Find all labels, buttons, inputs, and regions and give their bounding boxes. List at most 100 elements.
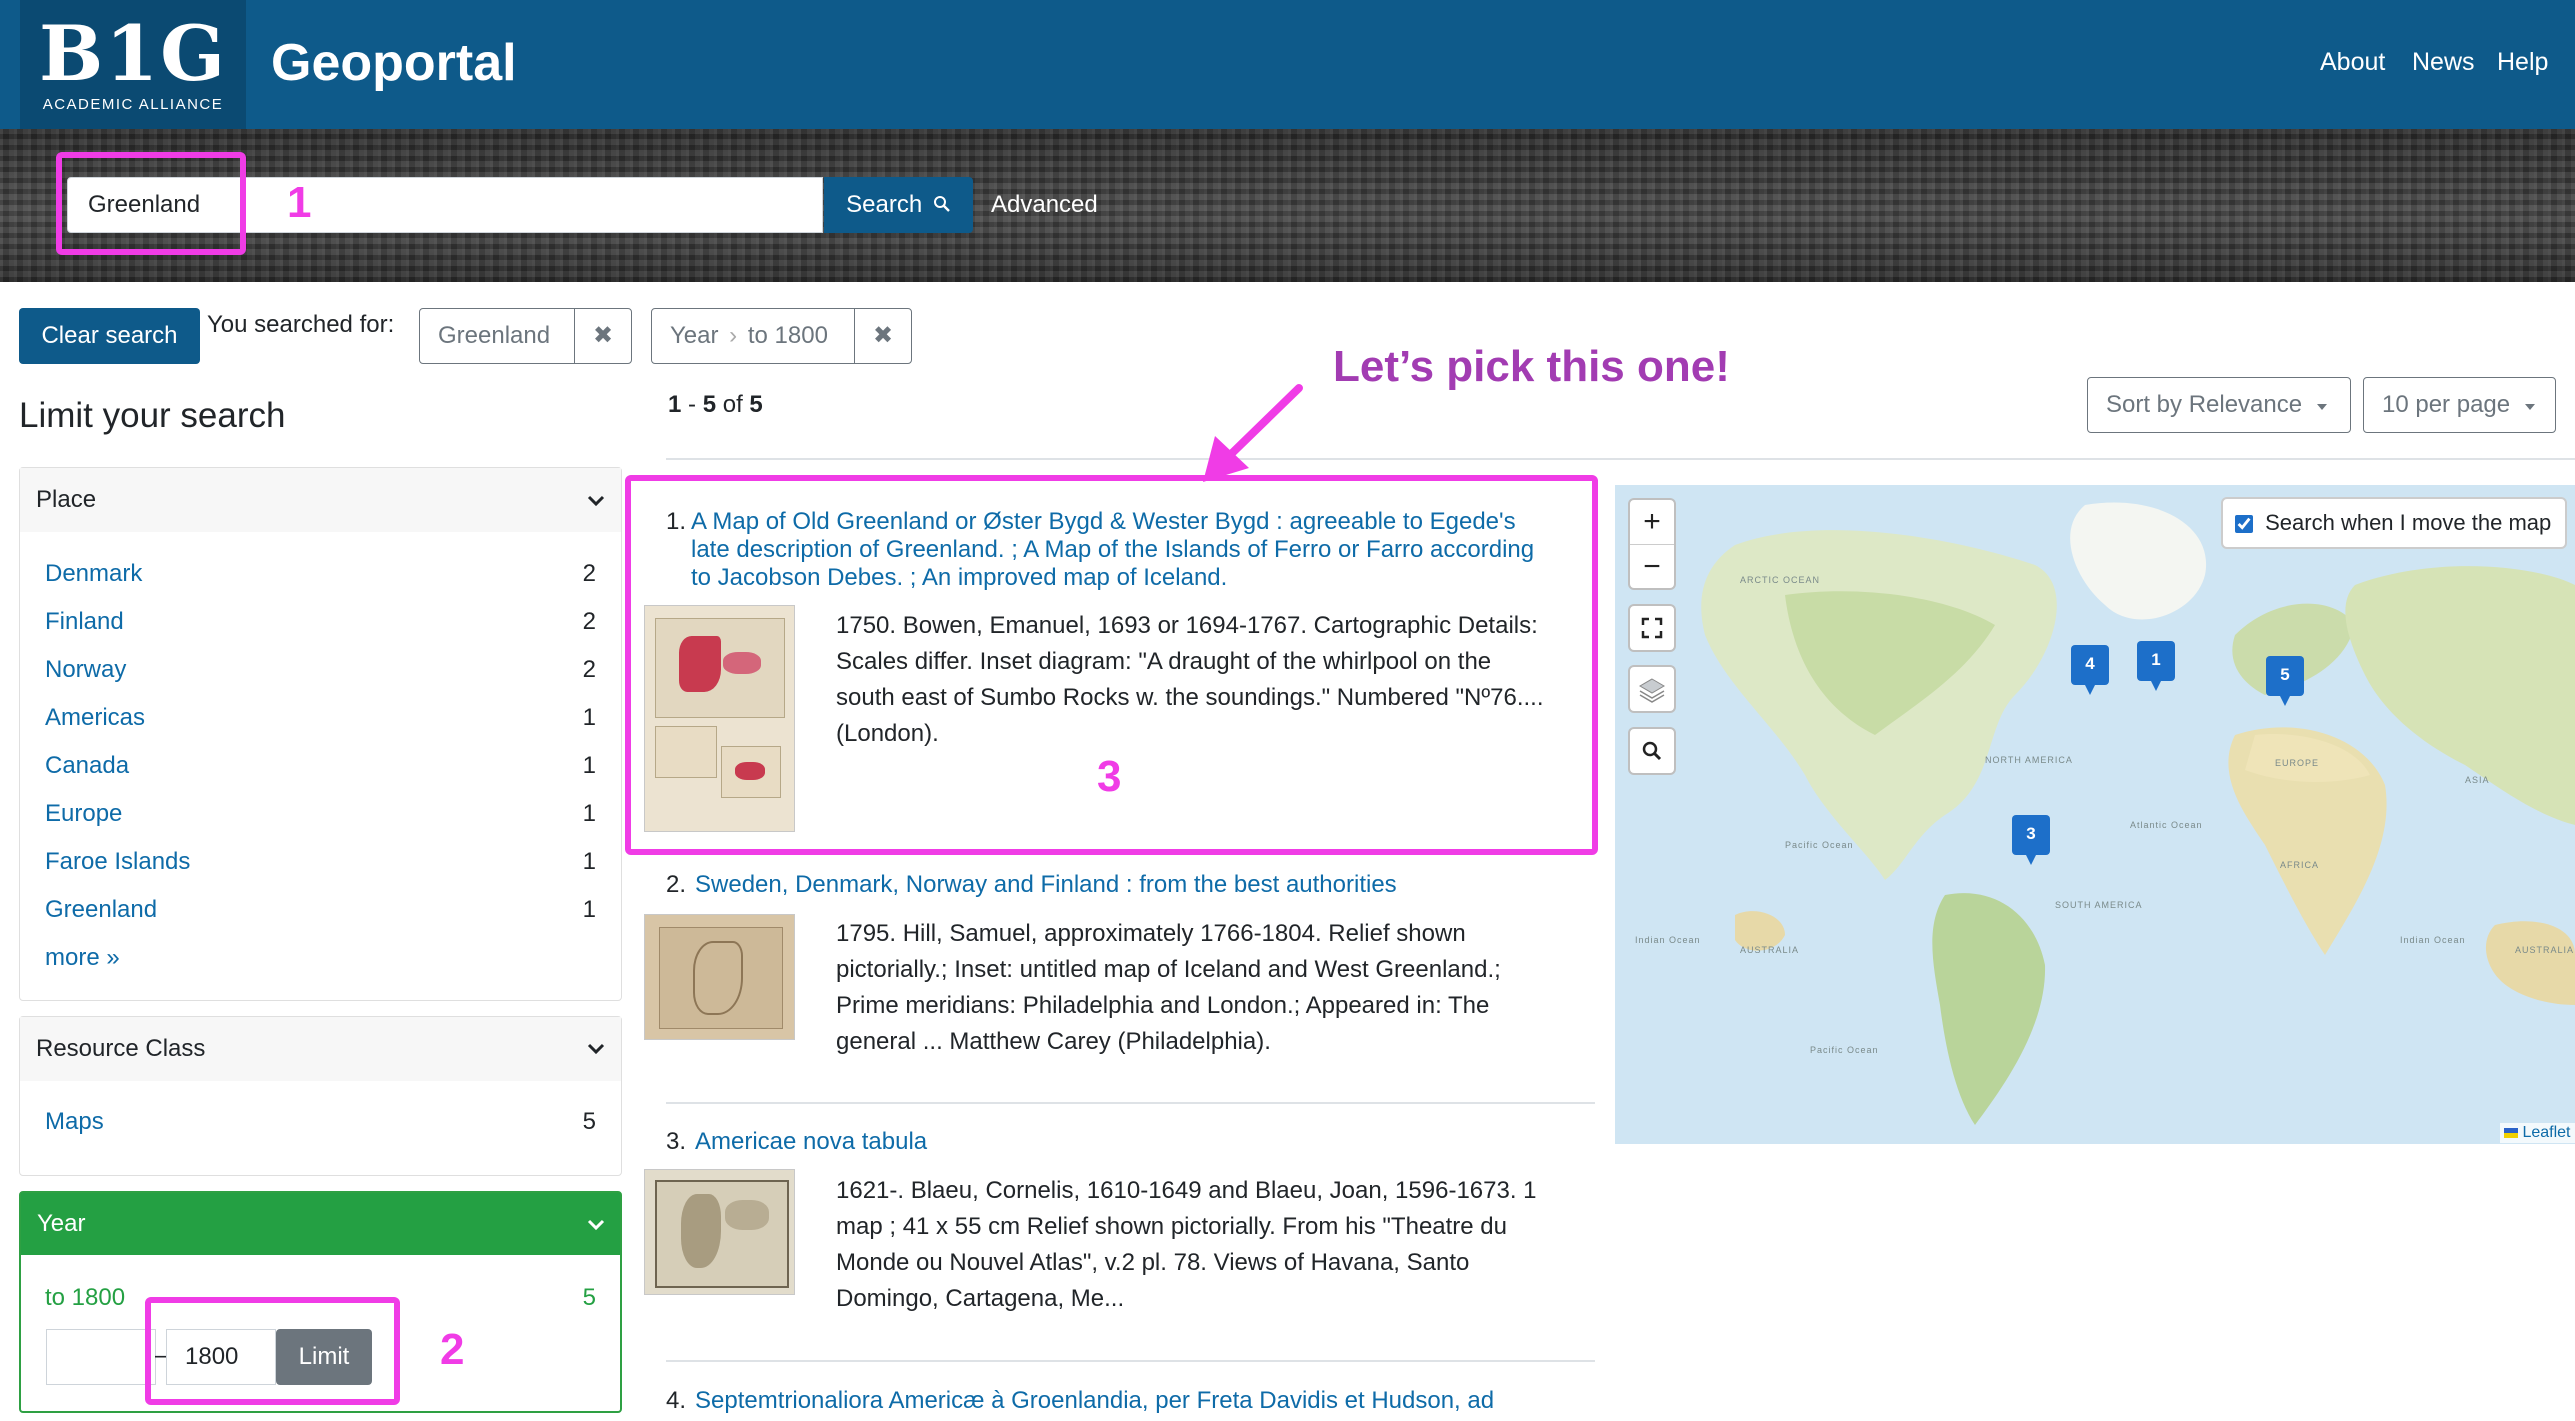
result-description-line: pictorially.; Inset: untitled map of Ice… — [836, 956, 1501, 983]
fullscreen-icon — [1641, 617, 1663, 639]
result-description-line: Prime meridians: Philadelphia and London… — [836, 992, 1490, 1019]
facet-count: 1 — [582, 848, 596, 875]
map-marker[interactable]: 4 — [2071, 645, 2109, 695]
close-icon: ✖ — [872, 322, 894, 349]
facet-year-header[interactable]: Year — [21, 1193, 620, 1255]
result-description-line: map ; 41 x 55 cm Relief shown pictoriall… — [836, 1213, 1508, 1240]
result-description-line: 1621-. Blaeu, Cornelis, 1610-1649 and Bl… — [836, 1177, 1537, 1204]
constraint-chip-query[interactable]: Greenland — [419, 308, 575, 364]
app-title[interactable]: Geoportal — [271, 28, 517, 98]
clear-search-button[interactable]: Clear search — [19, 308, 200, 364]
result-title-link[interactable]: Sweden, Denmark, Norway and Finland : fr… — [695, 871, 1595, 899]
facet-item-denmark[interactable]: Denmark — [45, 557, 142, 591]
map-label: ARCTIC OCEAN — [1740, 575, 1821, 585]
results-count: 1 - 5 of 5 — [668, 391, 763, 418]
total-count: 5 — [749, 391, 763, 418]
year-range-from-input[interactable] — [46, 1329, 156, 1385]
remove-constraint-button[interactable]: ✖ — [854, 308, 912, 364]
facet-item-americas[interactable]: Americas — [45, 701, 145, 735]
facet-item-greenland[interactable]: Greenland — [45, 893, 157, 927]
facet-count: 2 — [582, 656, 596, 683]
facet-count: 1 — [582, 752, 596, 779]
facet-item-finland[interactable]: Finland — [45, 605, 124, 639]
divider — [666, 458, 2575, 460]
facet-place-header[interactable]: Place — [20, 468, 621, 532]
nav-news[interactable]: News — [2412, 46, 2475, 78]
per-page-dropdown[interactable]: 10 per page — [2363, 377, 2556, 433]
map-label: Pacific Ocean — [1785, 840, 1854, 850]
divider — [666, 1360, 1595, 1362]
facet-item-maps[interactable]: Maps — [45, 1105, 104, 1139]
remove-constraint-button[interactable]: ✖ — [574, 308, 632, 364]
chevron-down-icon — [587, 495, 605, 507]
result-number: 3. — [666, 1128, 687, 1155]
zoom-out-button[interactable]: − — [1630, 545, 1674, 589]
advanced-search-link[interactable]: Advanced — [991, 188, 1098, 222]
map-label: Pacific Ocean — [1810, 1045, 1879, 1055]
facet-item-selected[interactable]: to 1800 — [45, 1281, 125, 1315]
sort-dropdown[interactable]: Sort by Relevance — [2087, 377, 2351, 433]
range-end: 5 — [702, 391, 717, 418]
map-label: Indian Ocean — [2400, 935, 2466, 945]
attribution-link[interactable]: Leaflet — [2522, 1124, 2570, 1141]
result-title-link[interactable]: Americae nova tabula — [695, 1128, 1595, 1156]
result-description-line: Monde ou Nouvel Atlas", v.2 pl. 78. View… — [836, 1249, 1470, 1276]
map-label: Indian Ocean — [1635, 935, 1701, 945]
search-when-move-label: Search when I move the map — [2265, 510, 2552, 535]
result-thumbnail[interactable] — [644, 914, 795, 1040]
search-button[interactable]: Search — [824, 177, 973, 233]
map-marker[interactable]: 3 — [2012, 815, 2050, 865]
result-thumbnail[interactable] — [644, 1169, 795, 1295]
constraint-chip-field: Year — [670, 322, 719, 349]
facet-item-canada[interactable]: Canada — [45, 749, 129, 783]
nav-help[interactable]: Help — [2497, 46, 2548, 78]
facet-count: 2 — [582, 560, 596, 587]
result-description: 1621-. Blaeu, Cornelis, 1610-1649 and Bl… — [836, 1173, 1591, 1317]
per-page-label: 10 per page — [2382, 391, 2511, 418]
map-marker[interactable]: 5 — [2266, 656, 2304, 706]
sort-label: Sort by Relevance — [2106, 391, 2303, 418]
chevron-right-icon: › — [729, 322, 738, 349]
constraint-chip-year[interactable]: Year › to 1800 — [651, 308, 855, 364]
result-title-link[interactable]: Septemtrionaliora Americæ à Groenlandia,… — [695, 1387, 1595, 1415]
divider — [666, 1102, 1595, 1104]
searched-for-label: You searched for: — [207, 311, 395, 338]
map-label: SOUTH AMERICA — [2055, 900, 2143, 910]
facet-count: 1 — [582, 800, 596, 827]
annotation-number-1: 1 — [287, 178, 312, 227]
caret-down-icon — [2316, 404, 2327, 410]
fullscreen-button[interactable] — [1628, 604, 1676, 652]
chevron-down-icon — [587, 1043, 605, 1055]
facet-count: 5 — [582, 1284, 596, 1311]
map-marker[interactable]: 1 — [2137, 641, 2175, 691]
map-search-button[interactable] — [1628, 727, 1676, 775]
nav-about[interactable]: About — [2320, 46, 2385, 78]
map-label: ASIA — [2465, 775, 2490, 785]
result-description-line: 1795. Hill, Samuel, approximately 1766-1… — [836, 920, 1466, 947]
facet-title: Year — [37, 1210, 86, 1237]
zoom-in-button[interactable]: + — [1630, 500, 1674, 545]
result-description-line: Domingo, Cartagena, Me... — [836, 1285, 1125, 1312]
map[interactable]: ARCTIC OCEAN NORTH AMERICA EUROPE ASIA A… — [1615, 485, 2575, 1144]
range-start: 1 — [668, 391, 682, 418]
annotation-number-3: 3 — [1097, 752, 1122, 801]
result-number: 2. — [666, 871, 687, 898]
facet-item-europe[interactable]: Europe — [45, 797, 122, 831]
leaflet-attribution[interactable]: Leaflet — [2500, 1123, 2575, 1143]
facet-item-norway[interactable]: Norway — [45, 653, 126, 687]
search-when-move-checkbox[interactable] — [2235, 515, 2253, 533]
map-label: NORTH AMERICA — [1985, 755, 2073, 765]
layers-button[interactable] — [1628, 665, 1676, 713]
facet-count: 2 — [582, 608, 596, 635]
logo-wordmark[interactable]: B1G — [20, 14, 246, 94]
facet-resource-class-header[interactable]: Resource Class — [20, 1017, 621, 1081]
facet-count: 1 — [582, 704, 596, 731]
search-button-label: Search — [846, 191, 923, 218]
facet-item-faroe-islands[interactable]: Faroe Islands — [45, 845, 190, 879]
search-when-move-toggle[interactable]: Search when I move the map — [2221, 497, 2568, 549]
result-number: 4. — [666, 1387, 687, 1414]
facet-count: 5 — [582, 1108, 596, 1135]
layers-icon — [1639, 678, 1665, 703]
flag-icon — [2504, 1128, 2518, 1138]
facet-more-link[interactable]: more » — [45, 941, 120, 975]
